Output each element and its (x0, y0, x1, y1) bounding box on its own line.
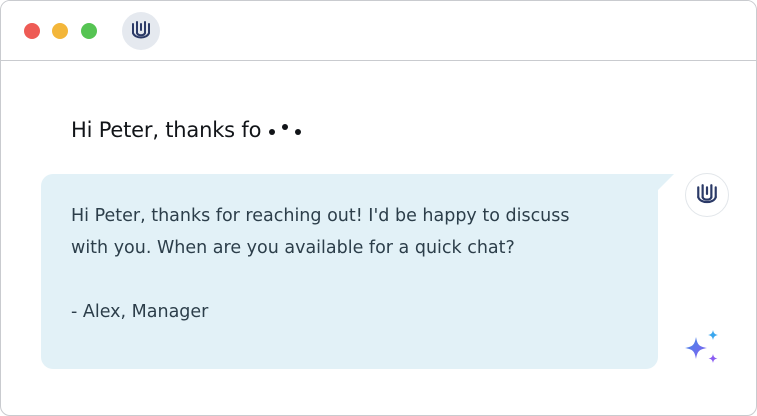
draft-message-input[interactable]: Hi Peter, thanks fo (71, 116, 307, 144)
sparkle-icon[interactable] (679, 327, 725, 371)
brand-logo-icon (697, 184, 717, 204)
typing-dot (295, 129, 302, 135)
typing-dot (282, 124, 289, 130)
reply-signature: - Alex, Manager (71, 302, 209, 322)
close-window-button[interactable] (24, 23, 40, 39)
minimize-window-button[interactable] (52, 23, 68, 39)
suggested-reply-bubble[interactable]: Hi Peter, thanks for reaching out! I'd b… (41, 174, 658, 369)
maximize-window-button[interactable] (81, 23, 97, 39)
title-bar (1, 1, 756, 61)
typing-indicator-icon (267, 120, 307, 140)
assistant-avatar (685, 173, 729, 217)
bubble-tail (656, 174, 674, 192)
logo-glyph-icon (132, 21, 150, 39)
draft-text: Hi Peter, thanks fo (71, 118, 262, 142)
brand-logo-icon (122, 12, 160, 50)
typing-dot (269, 129, 276, 135)
reply-line-2: with you. When are you available for a q… (71, 238, 515, 258)
app-window: Hi Peter, thanks fo Hi Peter, thanks for… (0, 0, 757, 416)
suggested-reply-text: Hi Peter, thanks for reaching out! I'd b… (71, 200, 631, 328)
reply-line-1: Hi Peter, thanks for reaching out! I'd b… (71, 206, 570, 226)
